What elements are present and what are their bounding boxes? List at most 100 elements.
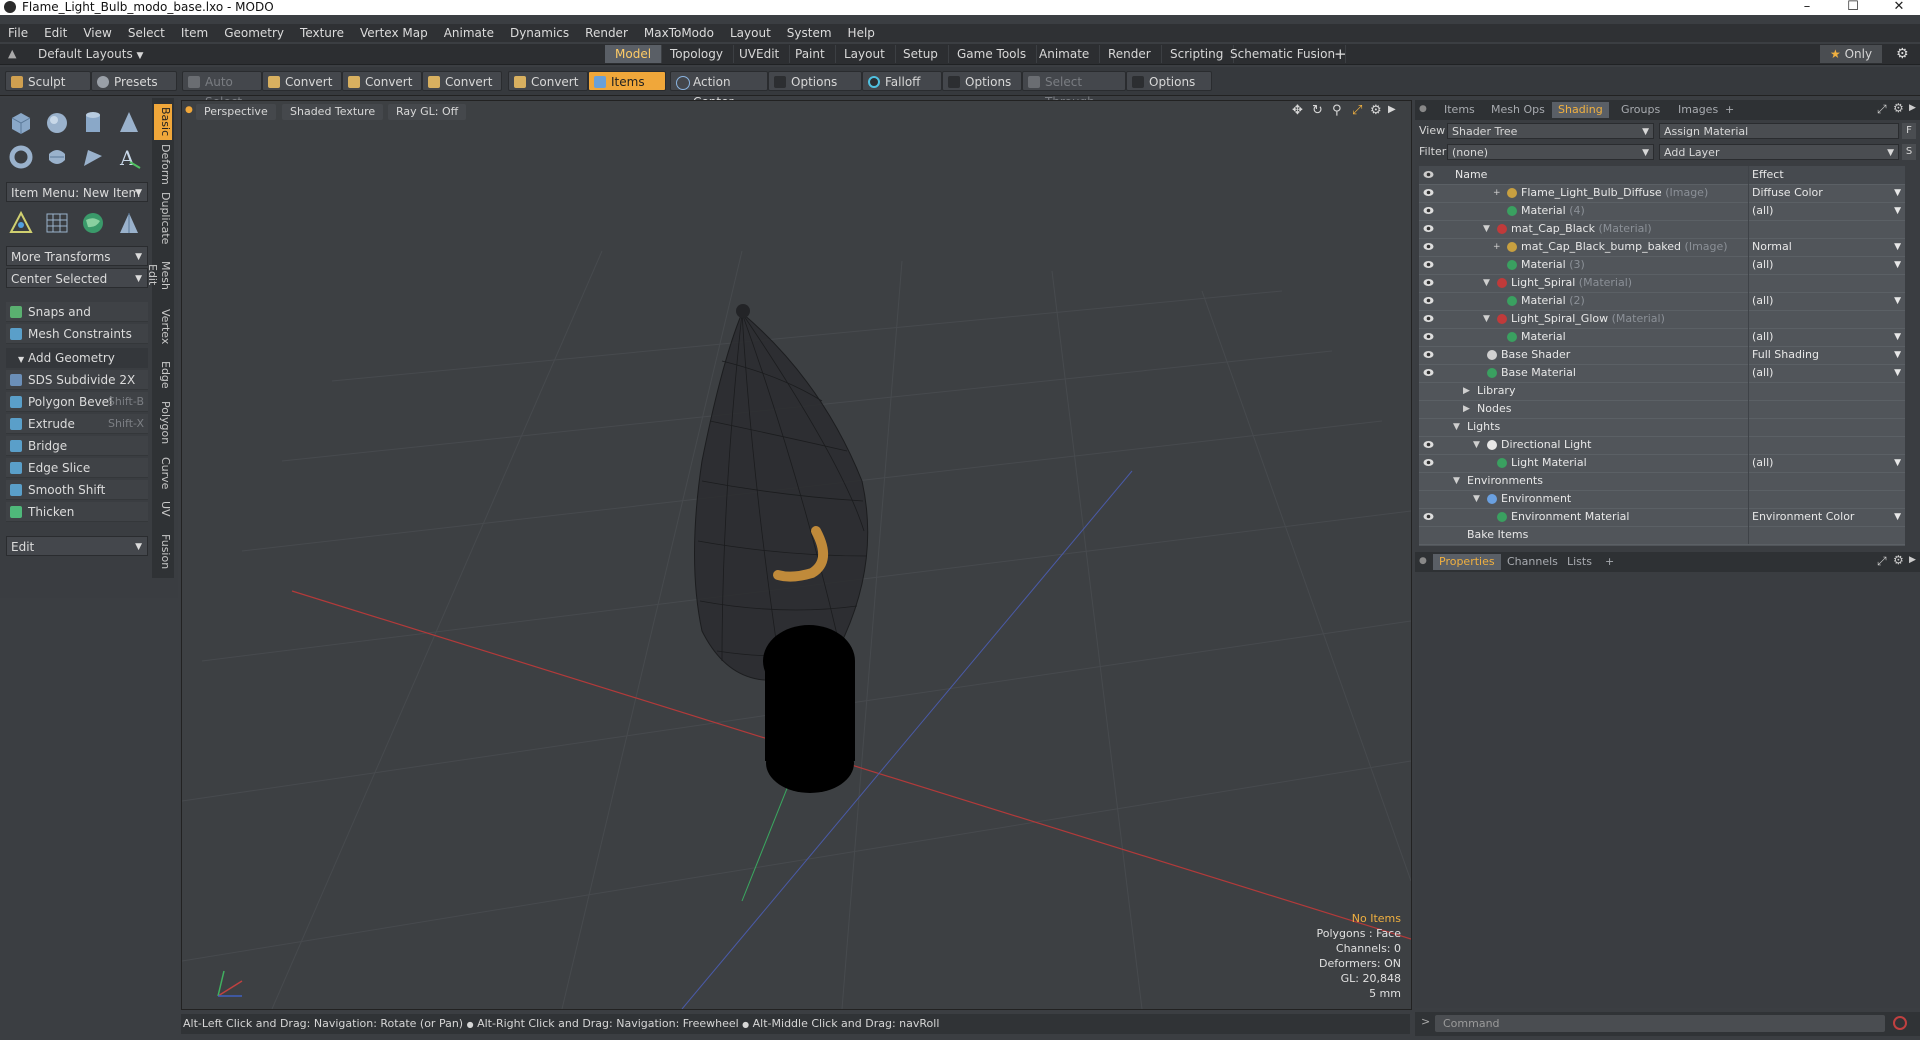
zoom-view-icon[interactable]: ⚲ — [1332, 103, 1342, 118]
vtab-deform[interactable]: Deform — [154, 144, 172, 185]
shader-tree-row[interactable]: ▼ Environment — [1419, 490, 1905, 509]
items-mode-button[interactable]: Items — [588, 71, 666, 91]
f-shortcut-button[interactable]: F — [1902, 123, 1916, 139]
gear-icon[interactable]: ⚙ — [1370, 103, 1382, 118]
tab-render[interactable]: Render — [1098, 45, 1162, 63]
more-transforms-dropdown[interactable]: More Transforms ▼ — [6, 246, 148, 266]
menu-animate[interactable]: Animate — [436, 24, 502, 42]
menu-layout[interactable]: Layout — [722, 24, 779, 42]
expand-toggle-icon[interactable]: + — [1493, 238, 1501, 256]
eye-icon[interactable] — [1423, 260, 1434, 269]
tool-extrude[interactable]: Extrude Shift-X — [6, 414, 148, 434]
vtab-duplicate[interactable]: Duplicate — [154, 192, 172, 244]
eye-icon[interactable] — [1423, 458, 1434, 467]
move-view-icon[interactable]: ✥ — [1292, 103, 1303, 118]
sphere-icon[interactable] — [42, 108, 72, 138]
expand-toggle-icon[interactable]: ▶ — [1463, 382, 1470, 400]
add-geometry-header[interactable]: ▼ Add Geometry — [6, 348, 148, 368]
shader-tree-row[interactable]: + Flame_Light_Bulb_Diffuse (Image) Diffuse… — [1419, 184, 1905, 203]
shader-tree-row[interactable]: ▶ Library — [1419, 382, 1905, 401]
shader-tree-row[interactable]: Light Material (all) ▼ — [1419, 454, 1905, 473]
tab-lists[interactable]: Lists — [1561, 554, 1598, 570]
mesh-constraints-button[interactable]: Mesh Constraints — [6, 324, 148, 344]
auto-select-button[interactable]: Auto Select — [182, 71, 262, 109]
tab-animate[interactable]: Animate — [1029, 45, 1101, 63]
shader-tree-row[interactable]: Base Material (all) ▼ — [1419, 364, 1905, 383]
maximize-panel-icon[interactable]: ⤢ — [1877, 554, 1887, 569]
expand-toggle-icon[interactable]: + — [1493, 184, 1501, 202]
eye-icon[interactable] — [1423, 314, 1434, 323]
shader-tree-row[interactable]: Material (3) (all) ▼ — [1419, 256, 1905, 275]
shader-effect-cell[interactable]: Full Shading ▼ — [1748, 346, 1905, 364]
add-tab-plus-icon[interactable]: + — [1334, 44, 1347, 64]
panel-menu-dot-icon[interactable]: ● — [1419, 104, 1427, 114]
expand-toggle-icon[interactable]: ▼ — [1483, 274, 1490, 292]
gear-icon[interactable]: ⚙ — [1893, 101, 1904, 115]
eye-icon[interactable] — [1423, 188, 1434, 197]
eye-icon[interactable] — [1423, 350, 1434, 359]
shading-mode-dropdown[interactable]: Shaded Texture — [282, 104, 384, 120]
close-button[interactable]: ✕ — [1876, 0, 1920, 15]
shader-tree-row[interactable]: ▼ Light_Spiral_Glow (Material) — [1419, 310, 1905, 329]
tab-shading[interactable]: Shading — [1552, 102, 1609, 118]
expand-toggle-icon[interactable]: ▼ — [1453, 418, 1460, 436]
convert-button-3[interactable]: Convert — [422, 71, 502, 91]
torus-icon[interactable] — [6, 142, 36, 172]
menu-render[interactable]: Render — [577, 24, 636, 42]
snaps-precision-button[interactable]: Snaps and Precision — [6, 302, 148, 339]
menu-edit[interactable]: Edit — [36, 24, 75, 42]
expand-toggle-icon[interactable]: ▼ — [1473, 436, 1480, 454]
tab-layout[interactable]: Layout — [834, 45, 896, 63]
shader-effect-cell[interactable]: (all) ▼ — [1748, 292, 1905, 310]
expand-toggle-icon[interactable]: ▼ — [1473, 490, 1480, 508]
shader-tree-row[interactable]: Material (2) (all) ▼ — [1419, 292, 1905, 311]
tab-mesh-ops[interactable]: Mesh Ops — [1485, 102, 1551, 118]
tab-schematic-fusion[interactable]: Schematic Fusion — [1220, 45, 1347, 63]
shader-effect-cell[interactable]: Normal ▼ — [1748, 238, 1905, 256]
add-layer-dropdown[interactable]: Add Layer ▼ — [1659, 144, 1899, 160]
shader-effect-cell[interactable]: (all) ▼ — [1748, 202, 1905, 220]
tab-items[interactable]: Items — [1438, 102, 1481, 118]
camera-icon[interactable] — [114, 208, 144, 238]
menu-maxtomodo[interactable]: MaxToModo — [636, 24, 722, 42]
view-type-dropdown[interactable]: Perspective — [196, 104, 276, 120]
text-tool-icon[interactable]: A — [114, 142, 144, 172]
options-button-1[interactable]: Options — [768, 71, 862, 91]
convert-button-1[interactable]: Convert — [262, 71, 342, 91]
shader-tree-row[interactable]: ▼ Directional Light — [1419, 436, 1905, 455]
expand-arrow-icon[interactable]: ▶ — [1909, 103, 1916, 113]
menu-file[interactable]: File — [0, 24, 36, 42]
action-center-button[interactable]: Action Center — [670, 71, 768, 109]
tool-thicken[interactable]: Thicken — [6, 502, 148, 522]
vtab-edge[interactable]: Edge — [154, 360, 172, 390]
add-tab-plus-icon[interactable]: + — [1599, 554, 1620, 570]
eye-icon[interactable] — [1423, 224, 1434, 233]
minimize-button[interactable]: – — [1784, 0, 1830, 15]
command-input[interactable]: Command — [1435, 1015, 1885, 1032]
maximize-panel-icon[interactable]: ⤢ — [1877, 102, 1887, 117]
assign-material-button[interactable]: Assign Material — [1659, 123, 1899, 139]
globe-icon[interactable] — [78, 208, 108, 238]
cube-icon[interactable] — [6, 108, 36, 138]
expand-toggle-icon[interactable]: ▶ — [1463, 400, 1470, 418]
maximize-button[interactable]: ☐ — [1830, 0, 1876, 15]
eye-icon[interactable] — [1423, 242, 1434, 251]
item-menu-dropdown[interactable]: Item Menu: New Item ▼ — [6, 182, 148, 202]
shader-tree-row[interactable]: Base Shader Full Shading ▼ — [1419, 346, 1905, 365]
filter-dropdown[interactable]: (none) ▼ — [1447, 144, 1654, 160]
tab-paint[interactable]: Paint — [785, 45, 836, 63]
tool-sds-subdivide[interactable]: SDS Subdivide 2X — [6, 370, 148, 390]
cylinder-icon[interactable] — [78, 108, 108, 138]
rotate-view-icon[interactable]: ↻ — [1312, 103, 1323, 118]
vtab-fusion[interactable]: Fusion — [154, 534, 172, 570]
vtab-polygon[interactable]: Polygon — [154, 400, 172, 446]
layout-arrow-icon[interactable]: ▲ — [8, 47, 16, 60]
shader-effect-cell[interactable]: (all) ▼ — [1748, 328, 1905, 346]
add-tab-plus-icon[interactable]: + — [1719, 102, 1740, 118]
falloff-button[interactable]: Falloff — [862, 71, 942, 91]
tab-properties[interactable]: Properties — [1433, 554, 1501, 570]
edit-dropdown[interactable]: Edit ▼ — [6, 536, 148, 556]
tool-polygon-bevel[interactable]: Polygon Bevel Shift-B — [6, 392, 148, 412]
vtab-mesh-edit[interactable]: Mesh Edit — [146, 250, 172, 300]
tab-images[interactable]: Images — [1672, 102, 1724, 118]
